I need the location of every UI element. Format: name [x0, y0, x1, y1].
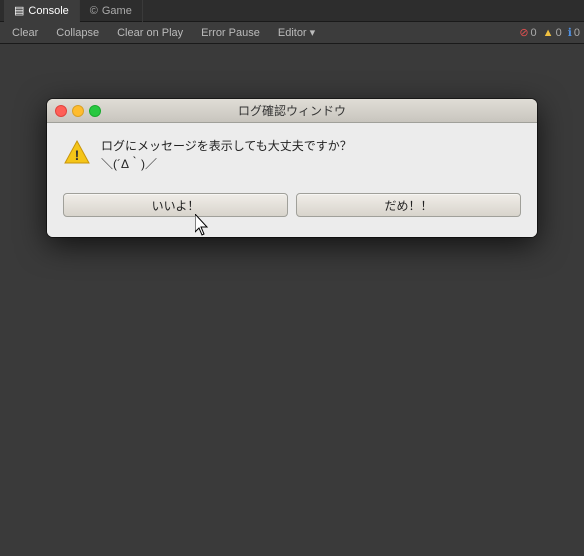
- warn-icon: ▲: [543, 27, 554, 39]
- error-icon: ⊘: [519, 26, 528, 39]
- dialog-window: ログ確認ウィンドウ ! ログにメッセージを表示しても大丈夫ですか？ ＼(´Δ｀)…: [47, 99, 537, 237]
- tab-game-label: Game: [102, 5, 132, 17]
- no-button[interactable]: だめ！！: [296, 193, 521, 217]
- dialog-message: ログにメッセージを表示しても大丈夫ですか？ ＼(´Δ｀)／: [101, 137, 352, 173]
- minimize-button[interactable]: [72, 105, 84, 117]
- tab-game[interactable]: © Game: [80, 0, 143, 22]
- error-badge: ⊘ 0: [519, 26, 536, 39]
- dialog-message-line2: ＼(´Δ｀)／: [101, 155, 352, 173]
- yes-button[interactable]: いいよ！: [63, 193, 288, 217]
- editor-button[interactable]: Editor ▾: [270, 24, 323, 42]
- warn-badge: ▲ 0: [543, 27, 562, 39]
- dialog-buttons: いいよ！ だめ！！: [63, 189, 521, 223]
- dialog-titlebar: ログ確認ウィンドウ: [47, 99, 537, 123]
- maximize-button[interactable]: [89, 105, 101, 117]
- main-area: ログ確認ウィンドウ ! ログにメッセージを表示しても大丈夫ですか？ ＼(´Δ｀)…: [0, 44, 584, 556]
- warning-icon: !: [63, 139, 91, 167]
- svg-text:!: !: [75, 147, 80, 163]
- dialog-title: ログ確認ウィンドウ: [238, 102, 346, 119]
- info-icon: ℹ: [568, 26, 572, 39]
- warn-count: 0: [556, 27, 562, 39]
- dialog-message-row: ! ログにメッセージを表示しても大丈夫ですか？ ＼(´Δ｀)／: [63, 137, 521, 173]
- toolbar-right: ⊘ 0 ▲ 0 ℹ 0: [519, 26, 580, 39]
- close-button[interactable]: [55, 105, 67, 117]
- toolbar: Clear Collapse Clear on Play Error Pause…: [0, 22, 584, 44]
- dialog-body: ! ログにメッセージを表示しても大丈夫ですか？ ＼(´Δ｀)／ いいよ！ だめ！…: [47, 123, 537, 237]
- error-count: 0: [531, 27, 537, 39]
- game-icon: ©: [90, 5, 98, 17]
- tab-bar: ▤ Console © Game: [0, 0, 584, 22]
- info-badge: ℹ 0: [568, 26, 580, 39]
- clear-on-play-button[interactable]: Clear on Play: [109, 24, 191, 42]
- console-icon: ▤: [14, 4, 24, 17]
- clear-button[interactable]: Clear: [4, 24, 46, 42]
- tab-console-label: Console: [28, 5, 68, 17]
- error-pause-button[interactable]: Error Pause: [193, 24, 268, 42]
- info-count: 0: [574, 27, 580, 39]
- tab-console[interactable]: ▤ Console: [4, 0, 80, 22]
- collapse-button[interactable]: Collapse: [48, 24, 107, 42]
- dialog-message-line1: ログにメッセージを表示しても大丈夫ですか？: [101, 137, 352, 155]
- traffic-lights: [55, 105, 101, 117]
